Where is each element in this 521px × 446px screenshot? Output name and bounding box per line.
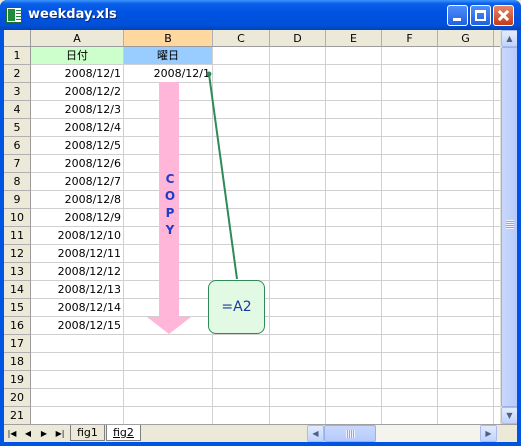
annotation-overlay — [147, 71, 238, 334]
scroll-left-button[interactable]: ◀ — [307, 425, 324, 442]
copy-letter-p: P — [165, 206, 175, 220]
title-bar[interactable]: weekday.xls — [0, 0, 521, 30]
scroll-down-button[interactable]: ▼ — [501, 407, 517, 424]
excel-window: weekday.xls A B C D E F G 1 2 3 4 5 6 7 … — [0, 0, 521, 446]
formula-callout: =A2 — [208, 280, 265, 334]
copy-letter-c: C — [165, 172, 175, 186]
sheet-tab-fig1[interactable]: fig1 — [70, 425, 105, 441]
worksheet: A B C D E F G 1 2 3 4 5 6 7 8 9 10 11 12… — [4, 30, 500, 424]
horizontal-scroll-thumb[interactable] — [324, 425, 376, 442]
callout-anchor-dot — [206, 71, 212, 77]
scroll-up-button[interactable]: ▲ — [501, 30, 517, 47]
grip-icon — [506, 220, 514, 229]
grip-icon — [346, 430, 355, 438]
minimize-button[interactable] — [447, 5, 468, 26]
copy-letter-y: Y — [165, 223, 175, 237]
prev-sheet-button[interactable]: ◀ — [22, 427, 34, 440]
callout-connector-line — [208, 73, 238, 280]
first-sheet-button[interactable]: |◀ — [6, 427, 18, 440]
next-sheet-button[interactable]: ▶ — [38, 427, 50, 440]
maximize-button[interactable] — [470, 5, 491, 26]
excel-file-icon[interactable] — [6, 7, 22, 23]
window-title: weekday.xls — [28, 7, 117, 22]
horizontal-scrollbar[interactable]: ◀ ▶ — [307, 425, 497, 442]
minimize-icon — [453, 18, 461, 21]
last-sheet-button[interactable]: ▶| — [54, 427, 66, 440]
sheet-tab-fig2[interactable]: fig2 — [106, 425, 141, 441]
copy-letter-o: O — [164, 189, 176, 203]
vertical-scrollbar[interactable]: ▲ ▼ — [500, 30, 517, 424]
close-icon — [494, 6, 513, 25]
workbook-client-area: A B C D E F G 1 2 3 4 5 6 7 8 9 10 11 12… — [4, 30, 517, 442]
sheet-tab-bar: |◀ ◀ ▶ ▶| fig1 fig2 ◀ ▶ — [4, 424, 517, 442]
close-button[interactable] — [493, 5, 514, 26]
scroll-right-button[interactable]: ▶ — [480, 425, 497, 442]
maximize-icon — [475, 10, 486, 21]
size-grip-icon[interactable] — [500, 425, 517, 442]
vertical-scroll-thumb[interactable] — [501, 47, 517, 407]
